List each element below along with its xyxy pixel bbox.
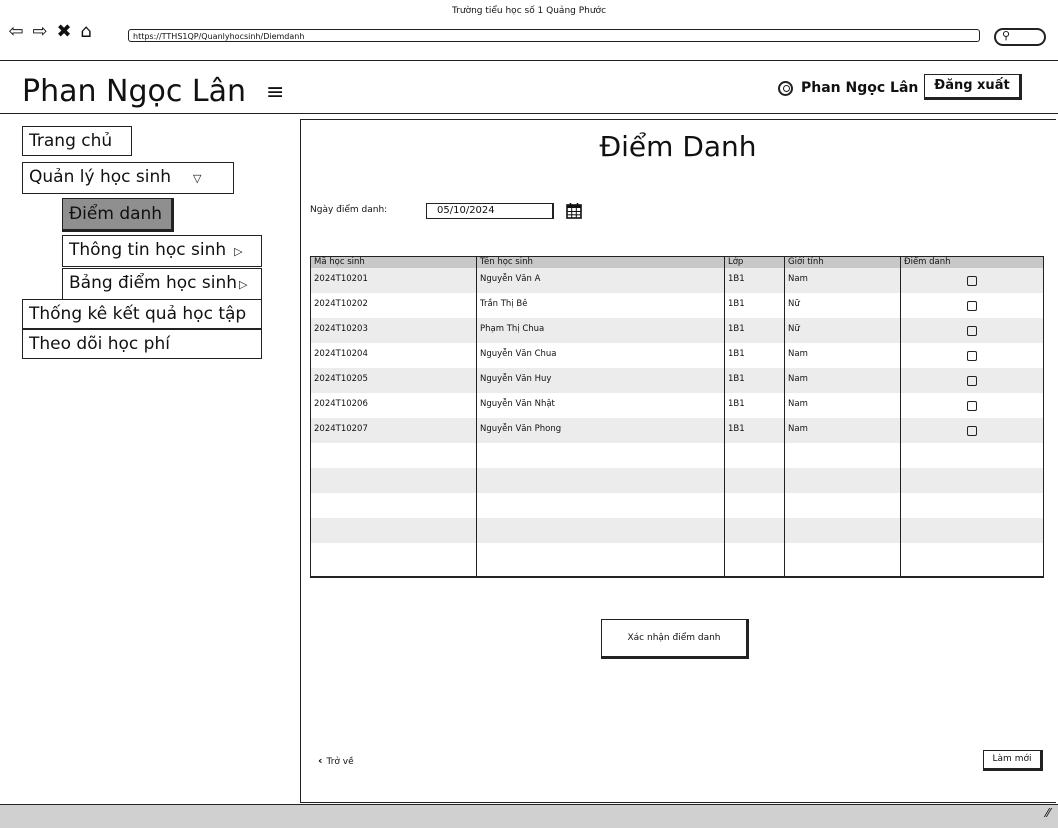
status-bar [0, 804, 1058, 828]
column-divider [784, 257, 785, 576]
attendance-checkbox[interactable] [967, 326, 977, 336]
page-title: Điểm Danh [599, 130, 757, 163]
table-cell: Nguyễn Văn Huy [480, 374, 552, 384]
home-icon[interactable]: ⌂ [76, 22, 96, 42]
table-cell: 2024T10205 [314, 374, 368, 384]
url-bar[interactable]: https://TTHS1QP/Quanlyhocsinh/Diemdanh [128, 29, 980, 42]
table-cell: Nam [788, 424, 808, 434]
attendance-checkbox[interactable] [967, 276, 977, 286]
table-cell: 1B1 [728, 324, 745, 334]
column-header: Lớp [728, 257, 744, 267]
calendar-icon[interactable] [566, 202, 582, 219]
date-input[interactable]: 05/10/2024 [426, 203, 554, 219]
table-cell: 1B1 [728, 274, 745, 284]
table-cell: Nam [788, 399, 808, 409]
table-row: 2024T10205 Nguyễn Văn Huy 1B1 Nam [311, 368, 1043, 393]
user-info[interactable]: Phan Ngọc Lân [778, 80, 918, 96]
table-row: 2024T10203 Phạm Thị Chua 1B1 Nữ [311, 318, 1043, 343]
table-cell: Nam [788, 274, 808, 284]
chevron-right-icon: ▷ [234, 245, 243, 258]
attendance-checkbox[interactable] [967, 426, 977, 436]
sidebar-item-home[interactable]: Trang chủ [22, 126, 132, 156]
column-divider [724, 257, 725, 576]
attendance-checkbox[interactable] [967, 376, 977, 386]
column-header: Điểm danh [904, 257, 951, 267]
attendance-checkbox[interactable] [967, 301, 977, 311]
table-cell: 1B1 [728, 299, 745, 309]
sidebar-item-label: Bảng điểm học sinh [69, 273, 238, 293]
sidebar-item-student-info[interactable]: Thông tin học sinh ▷ [62, 235, 262, 267]
back-arrow-icon[interactable]: ⇦ [6, 22, 26, 42]
sidebar-item-students[interactable]: Quản lý học sinh ▽ [22, 162, 234, 194]
logout-button[interactable]: Đăng xuất [924, 74, 1022, 100]
table-cell: 2024T10206 [314, 399, 368, 409]
table-row: 2024T10207 Nguyễn Văn Phong 1B1 Nam [311, 418, 1043, 443]
table-cell: 1B1 [728, 399, 745, 409]
sidebar-item-attendance[interactable]: Điểm danh [62, 198, 174, 232]
chevron-right-icon: ▷ [239, 278, 248, 291]
attendance-checkbox[interactable] [967, 401, 977, 411]
sidebar-item-grades[interactable]: Bảng điểm học sinh ▷ [62, 268, 262, 300]
attendance-checkbox[interactable] [967, 351, 977, 361]
column-header: Mã học sinh [314, 257, 365, 267]
sidebar-item-label: Quản lý học sinh [29, 167, 171, 187]
table-cell: 1B1 [728, 424, 745, 434]
table-cell: Nguyễn Văn Nhật [480, 399, 555, 409]
header-divider [0, 113, 1058, 114]
user-avatar-icon [778, 80, 793, 96]
back-link[interactable]: ‹ Trở về [318, 754, 354, 767]
confirm-attendance-button[interactable]: Xác nhận điểm danh [601, 619, 749, 659]
table-cell: 2024T10204 [314, 349, 368, 359]
hamburger-menu-icon[interactable]: ≡ [266, 80, 284, 105]
table-row: 2024T10202 Trần Thị Bê 1B1 Nữ [311, 293, 1043, 318]
table-cell: Nguyễn Văn Chua [480, 349, 557, 359]
table-cell: Phạm Thị Chua [480, 324, 545, 334]
chevron-down-icon: ▽ [193, 172, 202, 185]
table-cell: 2024T10202 [314, 299, 368, 309]
sidebar-item-stats[interactable]: Thống kê kết quả học tập [22, 299, 262, 329]
column-header: Tên học sinh [480, 257, 533, 267]
sidebar-item-fees[interactable]: Theo dõi học phí [22, 329, 262, 359]
table-cell: 1B1 [728, 349, 745, 359]
table-cell: 2024T10201 [314, 274, 368, 284]
table-cell: 1B1 [728, 374, 745, 384]
table-cell: Nữ [788, 299, 800, 309]
chevron-left-icon: ‹ [318, 754, 323, 767]
table-cell: 2024T10207 [314, 424, 368, 434]
table-cell: 2024T10203 [314, 324, 368, 334]
column-header: Giới tính [788, 257, 824, 267]
table-cell: Trần Thị Bê [480, 299, 528, 309]
table-row [311, 518, 1043, 543]
table-cell: Nam [788, 374, 808, 384]
table-row [311, 493, 1043, 518]
sidebar-item-label: Thông tin học sinh [69, 240, 227, 260]
app-title: Phan Ngọc Lân [22, 74, 247, 109]
table-row: 2024T10206 Nguyễn Văn Nhật 1B1 Nam [311, 393, 1043, 418]
close-icon[interactable]: ✖ [54, 22, 74, 42]
table-cell: Nguyễn Văn Phong [480, 424, 562, 434]
attendance-table: 2024T10201 Nguyễn Văn A 1B1 Nam 2024T10202 Tr… [310, 256, 1044, 578]
table-cell: Nữ [788, 324, 800, 334]
table-cell: Nam [788, 349, 808, 359]
table-row [311, 468, 1043, 493]
table-row [311, 443, 1043, 468]
table-cell: Nguyễn Văn A [480, 274, 541, 284]
resize-handle-icon[interactable]: ⁄⁄ [1046, 806, 1050, 820]
back-label: Trở về [326, 757, 354, 767]
column-divider [476, 257, 477, 576]
column-divider [900, 257, 901, 576]
search-icon: ⚲ [1002, 29, 1011, 42]
user-name: Phan Ngọc Lân [801, 80, 919, 96]
window-title: Trường tiểu học số 1 Quảng Phước [451, 6, 607, 16]
forward-arrow-icon[interactable]: ⇨ [30, 22, 50, 42]
table-row: 2024T10201 Nguyễn Văn A 1B1 Nam [311, 268, 1043, 293]
table-header: Mã học sinh Tên học sinh Lớp Giới tính Đ… [311, 257, 1043, 268]
table-row: 2024T10204 Nguyễn Văn Chua 1B1 Nam [311, 343, 1043, 368]
date-label: Ngày điểm danh: [310, 205, 388, 215]
search-button[interactable]: ⚲ [994, 28, 1046, 46]
reset-button[interactable]: Làm mới [983, 750, 1043, 771]
table-row [311, 543, 1043, 568]
